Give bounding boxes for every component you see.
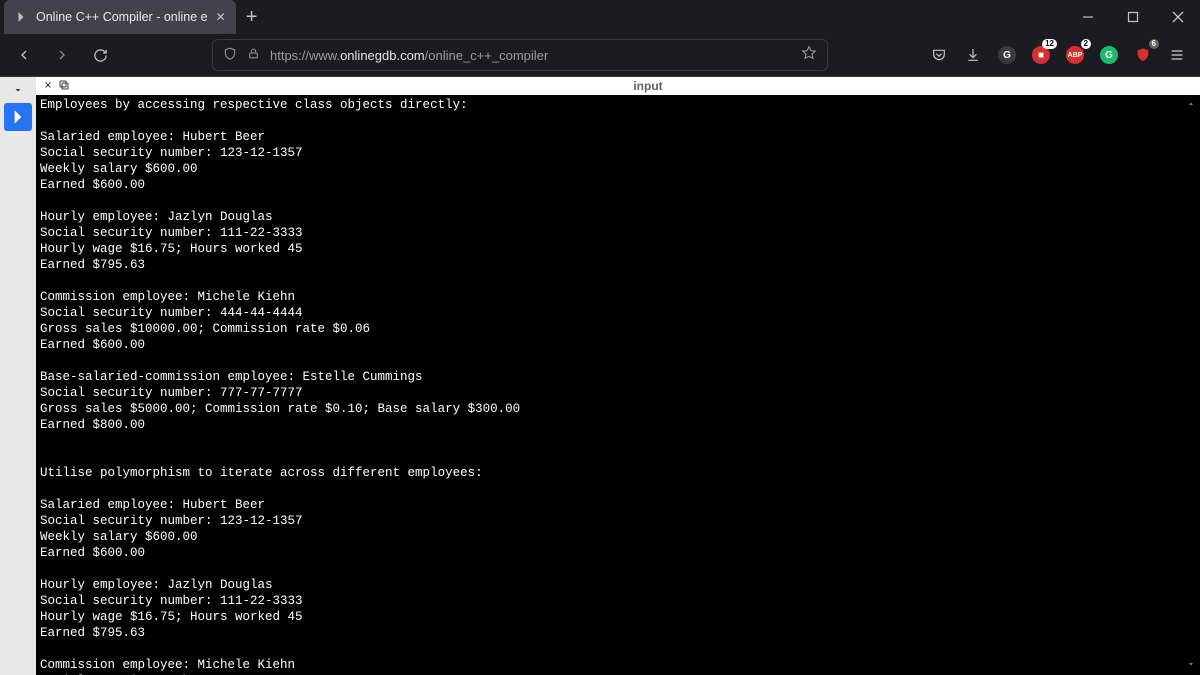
ext-google-icon[interactable]: G (992, 40, 1022, 70)
toolbar-right-icons: G ■ 12 ABP 2 G 6 (924, 40, 1192, 70)
expand-icon[interactable] (42, 79, 54, 94)
window-close-button[interactable] (1155, 0, 1200, 34)
shield-icon[interactable] (223, 47, 237, 64)
ext-green-icon[interactable]: G (1094, 40, 1124, 70)
scroll-up-icon[interactable] (1184, 97, 1198, 111)
app-menu-icon[interactable] (1162, 40, 1192, 70)
bookmark-star-icon[interactable] (801, 45, 817, 66)
tab-favicon-icon (14, 10, 28, 24)
url-path: /online_c++_compiler (425, 48, 549, 63)
url-host: onlinegdb.com (340, 48, 425, 63)
window-controls (1065, 0, 1200, 34)
window-minimize-button[interactable] (1065, 0, 1110, 34)
ext-abp-badge: 2 (1081, 39, 1091, 49)
pocket-icon[interactable] (924, 40, 954, 70)
downloads-icon[interactable] (958, 40, 988, 70)
browser-tab[interactable]: Online C++ Compiler - online e ✕ (4, 0, 236, 34)
nav-reload-button[interactable] (84, 39, 116, 71)
ext-abp-icon[interactable]: ABP 2 (1060, 40, 1090, 70)
editor-left-rail (0, 77, 36, 675)
console-header: input (36, 77, 1200, 95)
ext-shield-badge: 6 (1149, 39, 1159, 49)
tab-title: Online C++ Compiler - online e (36, 10, 208, 24)
url-bar[interactable]: https://www.onlinegdb.com/online_c++_com… (212, 39, 828, 71)
chevron-down-icon[interactable] (12, 84, 24, 99)
url-prefix: https://www. (270, 48, 340, 63)
window-maximize-button[interactable] (1110, 0, 1155, 34)
console-tab-label[interactable]: input (96, 79, 1200, 93)
window-titlebar: Online C++ Compiler - online e ✕ + (0, 0, 1200, 34)
ext-red-badge: 12 (1042, 39, 1057, 49)
abp-label: ABP (1066, 46, 1084, 64)
nav-forward-button[interactable] (46, 39, 78, 71)
scroll-down-icon[interactable] (1184, 657, 1198, 671)
ext-red-icon[interactable]: ■ 12 (1026, 40, 1056, 70)
tab-close-icon[interactable]: ✕ (216, 10, 226, 24)
page-content: input Employees by accessing respective … (0, 76, 1200, 675)
lock-icon[interactable] (247, 47, 260, 63)
new-tab-button[interactable]: + (236, 6, 268, 29)
gdb-logo-icon[interactable] (4, 103, 32, 131)
console-output[interactable]: Employees by accessing respective class … (36, 95, 1200, 675)
ext-shield-red-icon[interactable]: 6 (1128, 40, 1158, 70)
url-text: https://www.onlinegdb.com/online_c++_com… (270, 48, 548, 63)
nav-back-button[interactable] (8, 39, 40, 71)
browser-toolbar: https://www.onlinegdb.com/online_c++_com… (0, 34, 1200, 76)
copy-icon[interactable] (58, 79, 70, 94)
